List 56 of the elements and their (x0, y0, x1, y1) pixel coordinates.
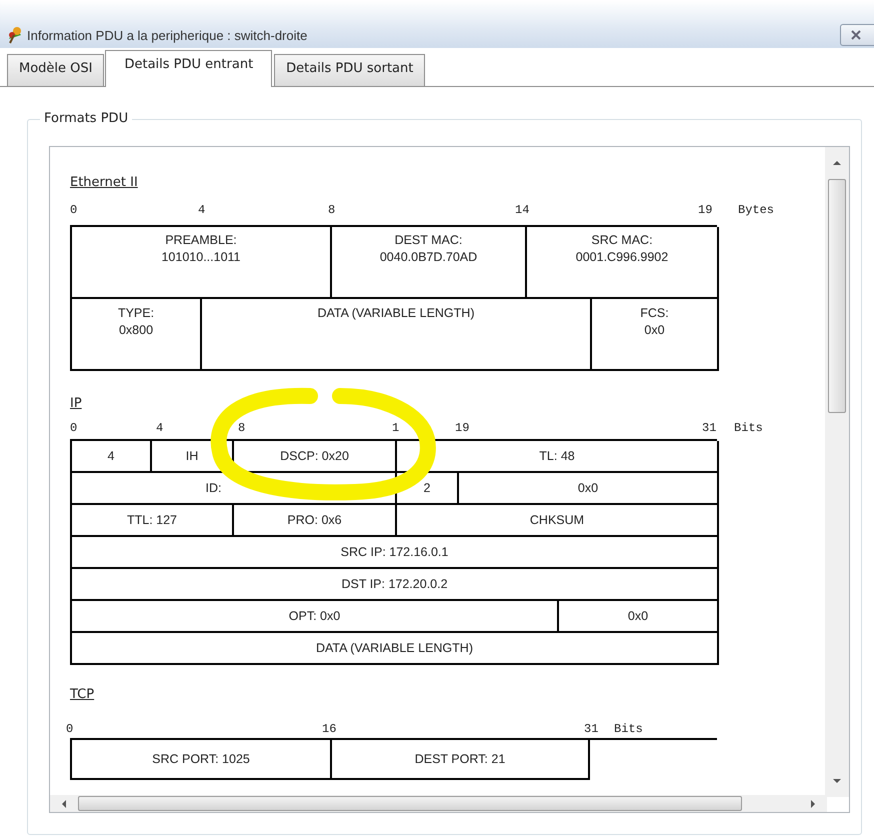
protocol-title: Ethernet II (70, 175, 138, 190)
field-label: 4 (108, 448, 114, 464)
field-label: ID: (206, 480, 222, 496)
tick-label: 8 (328, 203, 336, 217)
window-title: Information PDU a la peripherique : switch-droite (27, 28, 308, 45)
field-label: PRO: 0x6 (287, 512, 342, 528)
unit-label: Bytes (738, 203, 774, 217)
field-label: TYPE: 0x800 (118, 305, 154, 339)
field-label: 0x0 (578, 480, 598, 496)
unit-label: Bits (614, 722, 643, 736)
tick-label: 16 (322, 722, 336, 736)
field-label: 2 (424, 480, 430, 496)
left-arrow-icon[interactable] (61, 800, 67, 808)
tab[interactable]: Details PDU entrant (105, 50, 272, 87)
field-label: TL: 48 (539, 448, 575, 464)
field-label: OPT: 0x0 (288, 608, 340, 624)
field-label: 0x0 (628, 608, 648, 624)
field-label: PREAMBLE: 101010...1011 (161, 232, 240, 266)
field-label: DEST MAC: 0040.0B7D.70AD (380, 232, 478, 266)
tick-label: 0 (70, 203, 78, 217)
tick-label: 0 (66, 722, 74, 736)
protocol-title: IP (70, 396, 82, 411)
tick-label: 4 (156, 421, 164, 435)
close-icon (849, 28, 863, 42)
tick-label: 19 (698, 203, 712, 217)
tick-label: 0 (70, 421, 78, 435)
unit-label: Bits (734, 421, 763, 435)
leaf-icon (6, 24, 24, 44)
down-arrow-icon[interactable] (833, 778, 841, 784)
tab[interactable]: Details PDU sortant (274, 54, 426, 86)
tick-label: 4 (198, 203, 206, 217)
tick-label: 14 (515, 203, 530, 217)
right-arrow-icon[interactable] (810, 800, 816, 808)
field-label: CHKSUM (530, 512, 584, 528)
field-label: TTL: 127 (126, 512, 178, 528)
field-label: IH (186, 448, 198, 464)
tick-label: 31 (702, 421, 716, 435)
tab[interactable]: Modèle OSI (7, 54, 104, 86)
tick-label: 31 (584, 722, 598, 736)
field-label: FCS: 0x0 (640, 305, 669, 339)
horizontal-scrollbar[interactable] (50, 795, 827, 812)
tick-label: 1 (392, 421, 400, 435)
field-label: SRC IP: 172.16.0.1 (340, 544, 448, 560)
close-button[interactable] (840, 24, 874, 46)
field-label: DST IP: 172.20.0.2 (341, 576, 448, 592)
field-label: DSCP: 0x20 (280, 448, 349, 464)
field-label: DEST PORT: 21 (414, 750, 506, 768)
field-label: SRC MAC: 0001.C996.9902 (576, 232, 668, 266)
field-label: DATA (VARIABLE LENGTH) (318, 305, 474, 322)
field-label: SRC PORT: 1025 (152, 750, 250, 768)
tick-label: 19 (455, 421, 470, 435)
up-arrow-icon[interactable] (833, 160, 841, 166)
vertical-scrollbar[interactable] (825, 147, 849, 797)
protocol-title: TCP (70, 687, 94, 702)
tick-label: 8 (238, 421, 246, 435)
field-label: DATA (VARIABLE LENGTH) (316, 640, 473, 656)
